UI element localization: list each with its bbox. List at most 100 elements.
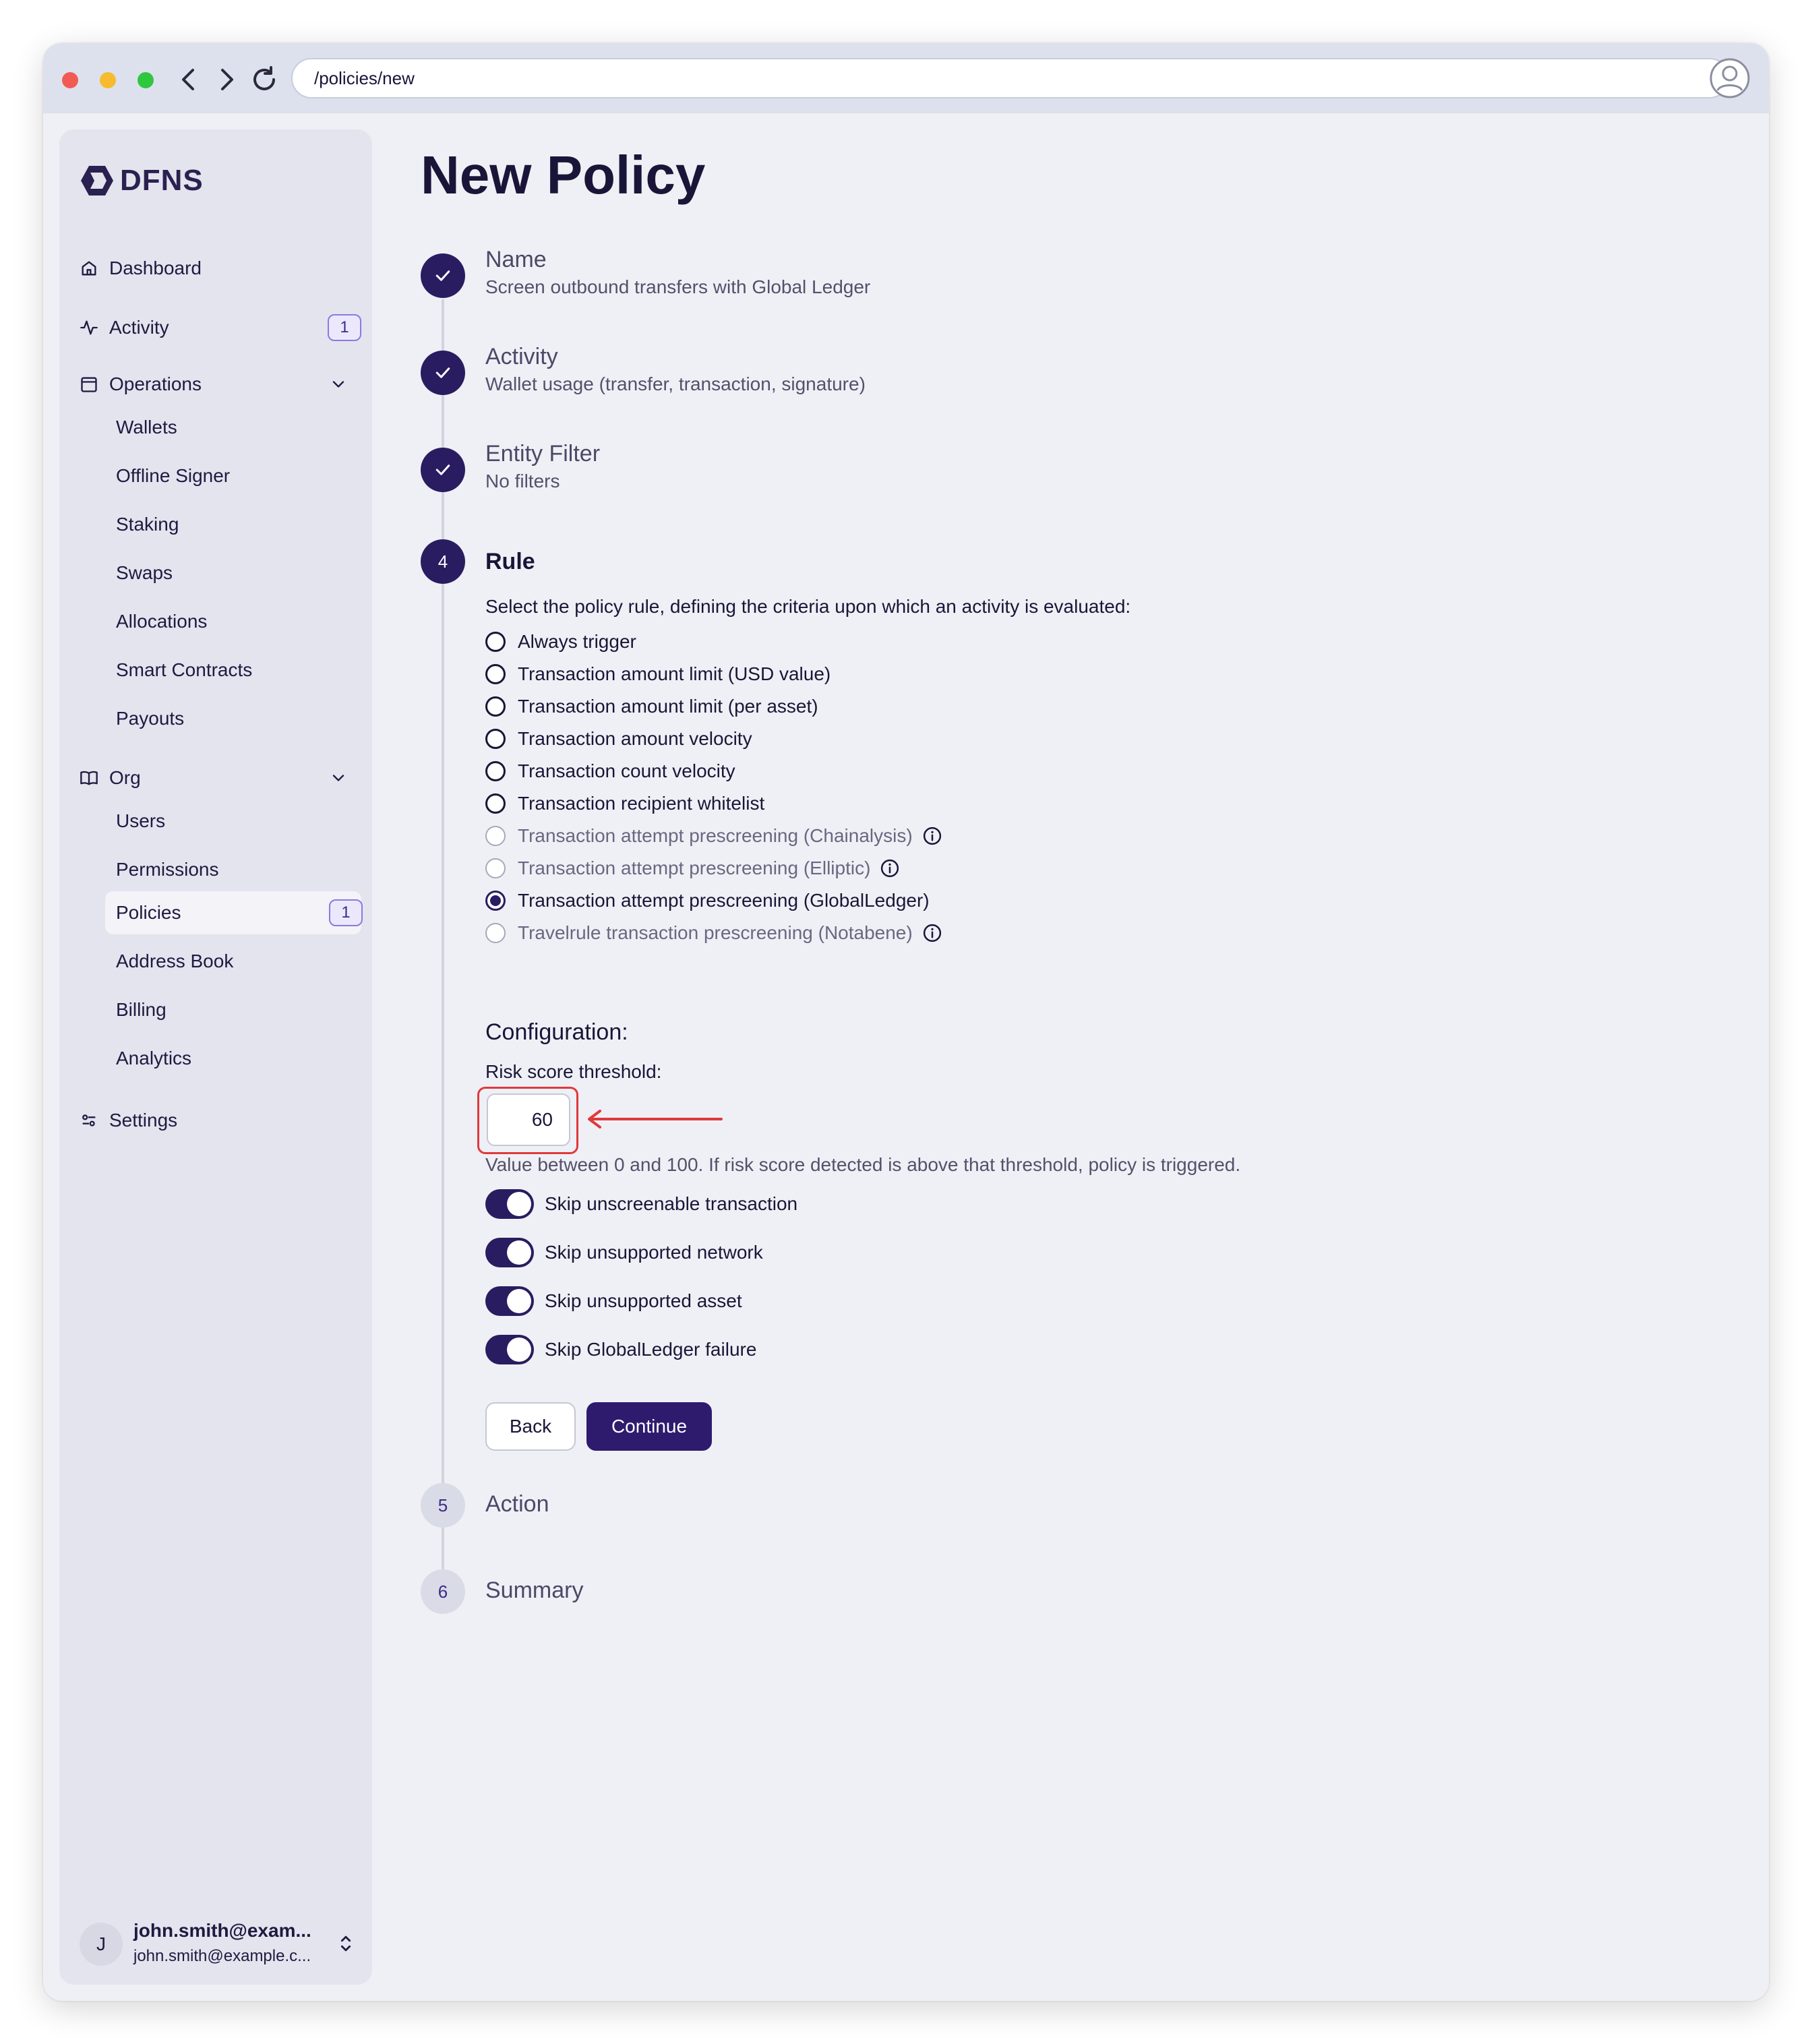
dfns-logo[interactable]: DFNS: [80, 163, 204, 198]
rule-option-globalledger[interactable]: Transaction attempt prescreening (Global…: [485, 887, 930, 914]
sliders-icon: [80, 1111, 98, 1130]
radio-button[interactable]: [485, 729, 506, 749]
toggle-row-unscreenable[interactable]: Skip unscreenable transaction: [485, 1189, 797, 1219]
radio-button-disabled: [485, 826, 506, 846]
nav-operations[interactable]: Operations: [80, 368, 202, 400]
sidebar-item-allocations[interactable]: Allocations: [116, 605, 207, 638]
sidebar-item-wallets[interactable]: Wallets: [116, 411, 177, 444]
avatar: J: [80, 1923, 123, 1966]
rule-option-amount-velocity[interactable]: Transaction amount velocity: [485, 725, 752, 752]
toggle-switch[interactable]: [485, 1238, 534, 1267]
step-3-complete-indicator: [421, 448, 465, 492]
radio-button[interactable]: [485, 761, 506, 781]
rule-intro-text: Select the policy rule, defining the cri…: [485, 596, 1131, 617]
step-3-title[interactable]: Entity Filter: [485, 441, 600, 467]
continue-button[interactable]: Continue: [586, 1402, 712, 1451]
reload-icon[interactable]: [248, 63, 280, 96]
radio-button-selected[interactable]: [485, 891, 506, 911]
book-icon: [80, 769, 98, 787]
chevron-up-down-icon[interactable]: [334, 1932, 357, 1955]
radio-button[interactable]: [485, 664, 506, 684]
risk-score-input[interactable]: [487, 1093, 570, 1146]
rule-option-amount-limit-usd[interactable]: Transaction amount limit (USD value): [485, 661, 831, 688]
sidebar-item-smart-contracts[interactable]: Smart Contracts: [116, 654, 252, 686]
step-5-number: 5: [421, 1483, 465, 1528]
toggle-label: Skip unscreenable transaction: [545, 1193, 798, 1214]
user-email: john.smith@example.c...: [133, 1947, 311, 1965]
rule-option-label: Transaction amount limit (per asset): [518, 696, 818, 717]
browser-toolbar: /policies/new: [43, 43, 1769, 113]
step-4-number: 4: [421, 539, 465, 584]
chevron-down-icon[interactable]: [329, 375, 348, 394]
rule-option-label: Transaction attempt prescreening (Global…: [518, 890, 930, 911]
radio-button[interactable]: [485, 793, 506, 814]
back-arrow-icon[interactable]: [173, 63, 205, 96]
chevron-down-icon[interactable]: [329, 769, 348, 787]
address-bar[interactable]: /policies/new: [291, 58, 1730, 98]
sidebar-item-payouts[interactable]: Payouts: [116, 702, 184, 735]
rule-option-label: Transaction attempt prescreening (Ellipt…: [518, 858, 871, 878]
close-window-button[interactable]: [62, 72, 78, 88]
risk-score-label: Risk score threshold:: [485, 1061, 662, 1082]
rule-option-amount-limit-asset[interactable]: Transaction amount limit (per asset): [485, 693, 818, 720]
radio-button[interactable]: [485, 696, 506, 717]
sidebar: DFNS Dashboard Activity 1 Operations Wal…: [59, 129, 372, 1985]
info-icon[interactable]: [922, 923, 942, 943]
rule-option-always-trigger[interactable]: Always trigger: [485, 628, 636, 655]
rule-option-count-velocity[interactable]: Transaction count velocity: [485, 758, 735, 785]
sidebar-item-staking[interactable]: Staking: [116, 508, 179, 541]
sidebar-item-swaps[interactable]: Swaps: [116, 557, 173, 589]
step-6-number: 6: [421, 1569, 465, 1614]
step-4-title: Rule: [485, 549, 535, 574]
calendar-icon: [80, 375, 98, 394]
info-icon[interactable]: [880, 858, 900, 878]
sidebar-item-users[interactable]: Users: [116, 805, 165, 837]
sidebar-item-policies[interactable]: Policies: [116, 897, 181, 929]
nav-dashboard-label: Dashboard: [109, 258, 202, 278]
nav-dashboard[interactable]: Dashboard: [80, 252, 202, 284]
sidebar-item-permissions[interactable]: Permissions: [116, 853, 218, 886]
radio-button-disabled: [485, 923, 506, 943]
step-2-subtitle: Wallet usage (transfer, transaction, sig…: [485, 373, 866, 394]
policies-count-badge: 1: [329, 899, 363, 926]
activity-pulse-icon: [80, 318, 98, 337]
toggle-row-unsupported-network[interactable]: Skip unsupported network: [485, 1238, 763, 1267]
home-icon: [80, 259, 98, 278]
risk-score-help-text: Value between 0 and 100. If risk score d…: [485, 1154, 1241, 1175]
radio-button[interactable]: [485, 632, 506, 652]
rule-option-label: Transaction amount limit (USD value): [518, 663, 831, 684]
sidebar-item-address-book[interactable]: Address Book: [116, 945, 233, 978]
check-icon: [435, 270, 450, 281]
forward-arrow-icon[interactable]: [210, 63, 243, 96]
logo-text: DFNS: [120, 164, 204, 197]
toggle-row-globalledger-failure[interactable]: Skip GlobalLedger failure: [485, 1335, 756, 1364]
sidebar-item-analytics[interactable]: Analytics: [116, 1042, 191, 1075]
sidebar-item-offline-signer[interactable]: Offline Signer: [116, 460, 230, 492]
nav-settings-label: Settings: [109, 1110, 178, 1131]
nav-org[interactable]: Org: [80, 762, 141, 794]
nav-settings[interactable]: Settings: [80, 1104, 177, 1137]
toggle-switch[interactable]: [485, 1286, 534, 1316]
step-2-title[interactable]: Activity: [485, 344, 558, 370]
rule-option-notabene: Travelrule transaction prescreening (Not…: [485, 920, 942, 946]
rule-option-recipient-whitelist[interactable]: Transaction recipient whitelist: [485, 790, 764, 817]
sidebar-item-billing[interactable]: Billing: [116, 994, 167, 1026]
rule-option-label: Travelrule transaction prescreening (Not…: [518, 922, 913, 943]
rule-option-label: Transaction attempt prescreening (Chaina…: [518, 825, 913, 846]
maximize-window-button[interactable]: [138, 72, 154, 88]
toggle-row-unsupported-asset[interactable]: Skip unsupported asset: [485, 1286, 742, 1316]
toggle-switch[interactable]: [485, 1335, 534, 1364]
activity-count-badge: 1: [328, 314, 361, 341]
profile-icon[interactable]: [1708, 57, 1751, 100]
toggle-switch[interactable]: [485, 1189, 534, 1219]
check-icon: [435, 464, 450, 475]
step-1-title[interactable]: Name: [485, 247, 547, 273]
user-menu[interactable]: J john.smith@exam... john.smith@example.…: [80, 1917, 356, 1971]
nav-org-label: Org: [109, 767, 141, 788]
check-icon: [435, 367, 450, 378]
back-button[interactable]: Back: [485, 1402, 576, 1451]
nav-activity[interactable]: Activity: [80, 311, 169, 344]
minimize-window-button[interactable]: [100, 72, 116, 88]
info-icon[interactable]: [922, 826, 942, 846]
rule-option-label: Transaction count velocity: [518, 760, 735, 781]
